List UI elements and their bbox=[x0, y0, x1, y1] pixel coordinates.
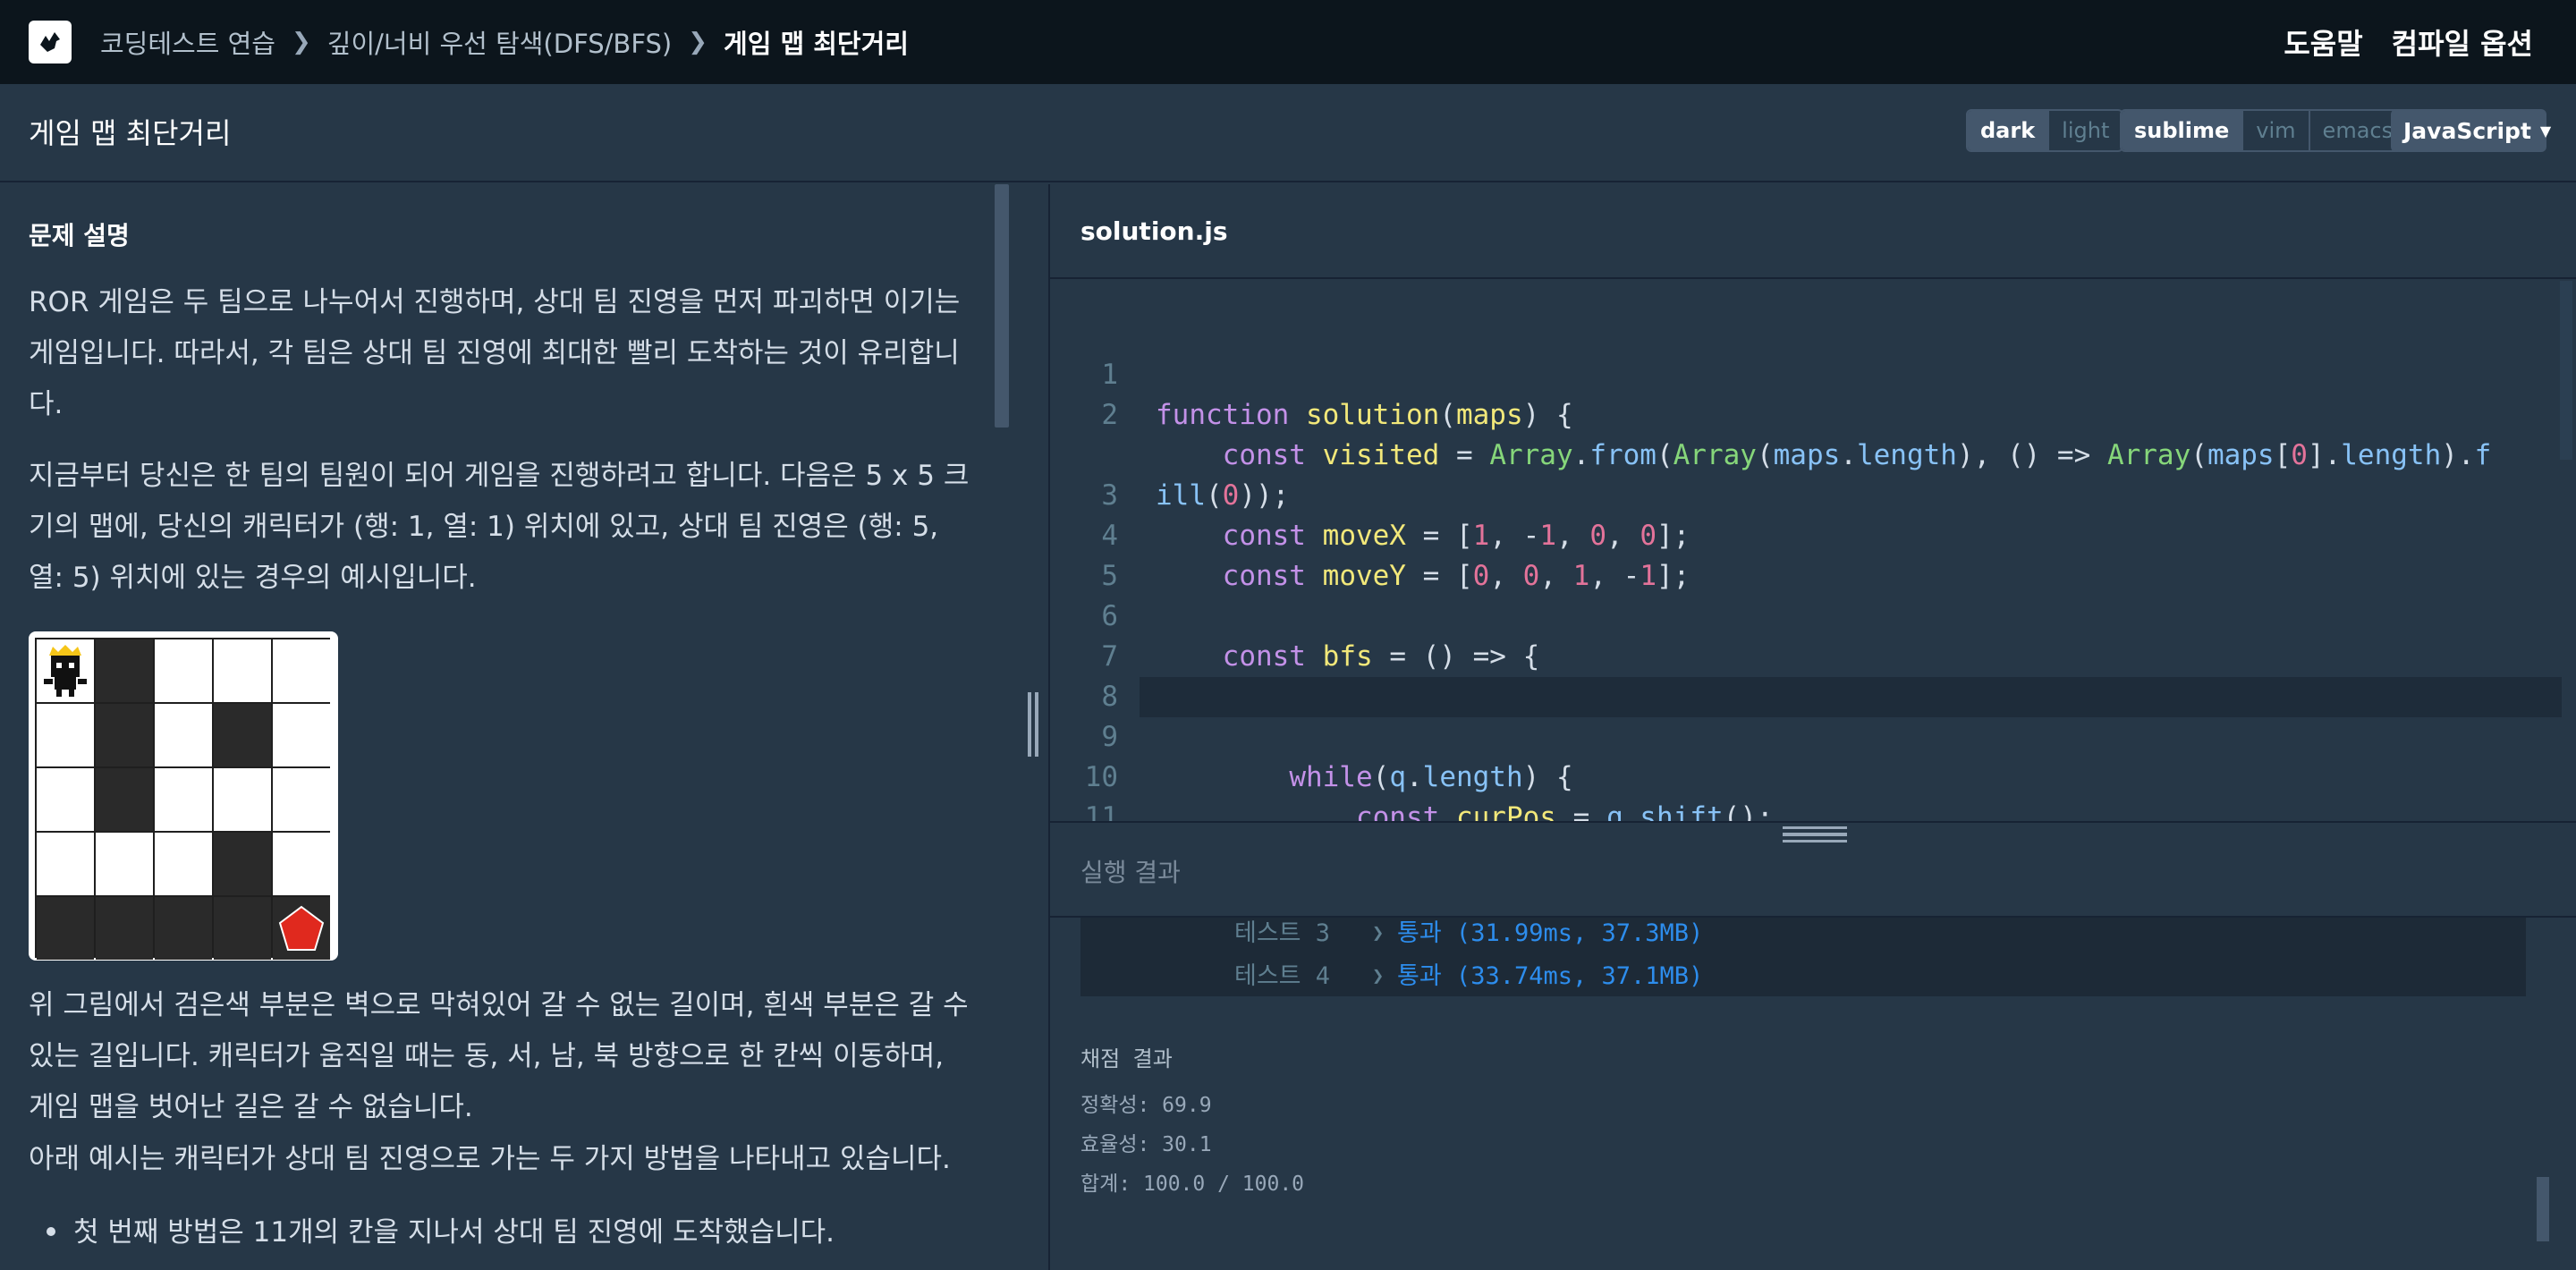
breadcrumb-current: 게임 맵 최단거리 bbox=[724, 29, 909, 59]
problem-paragraph-1: ROR 게임은 두 팀으로 나누어서 진행하며, 상대 팀 진영을 먼저 파괴하… bbox=[29, 286, 961, 420]
problem-scrollbar[interactable] bbox=[995, 184, 1009, 428]
list-item: 첫 번째 방법은 11개의 칸을 지나서 상대 팀 진영에 도착했습니다. bbox=[47, 1209, 835, 1249]
problem-section-title: 문제 설명 bbox=[29, 221, 130, 250]
code-editor[interactable]: 1 function solution(maps) { 2 const visi… bbox=[1050, 281, 2576, 821]
code-line: 8 bbox=[1101, 681, 1118, 713]
language-select[interactable]: JavaScript ▼ bbox=[2391, 109, 2551, 152]
list-item: 테스트 3 ❯ 통과 (31.99ms, 37.3MB) bbox=[1080, 914, 2526, 953]
problem-paragraph-3: 위 그림에서 검은색 부분은 벽으로 막혀있어 갈 수 없는 길이며, 흰색 부… bbox=[29, 989, 969, 1123]
breadcrumb-dfs-bfs[interactable]: 깊이/너비 우선 탐색(DFS/BFS) bbox=[327, 23, 672, 61]
character-icon bbox=[37, 639, 94, 702]
code-line: 1 function solution(maps) { bbox=[1101, 359, 1573, 431]
keymap-toggle: sublime vim emacs bbox=[2120, 109, 2408, 152]
result-scrollbar[interactable] bbox=[2537, 1177, 2549, 1241]
help-link[interactable]: 도움말 bbox=[2284, 21, 2362, 63]
code-line: 2 const visited = Array.from(Array(maps.… bbox=[1101, 399, 2492, 471]
compile-options-link[interactable]: 컴파일 옵션 bbox=[2392, 21, 2533, 63]
programmers-logo-icon[interactable] bbox=[29, 21, 72, 64]
chevron-right-icon: ❯ bbox=[1372, 965, 1385, 987]
top-navigation: 코딩테스트 연습 ❯ 깊이/너비 우선 탐색(DFS/BFS) ❯ 게임 맵 최… bbox=[0, 0, 2576, 84]
theme-toggle: dark light bbox=[1966, 109, 2124, 152]
resize-handle-vertical[interactable] bbox=[1025, 692, 1041, 757]
keymap-vim-button[interactable]: vim bbox=[2241, 111, 2308, 150]
page-title: 게임 맵 최단거리 bbox=[29, 116, 232, 150]
code-line: 12 const curY = curPos[1]; bbox=[1050, 798, 2562, 821]
code-line: 3 const moveX = [1, -1, 0, 0]; bbox=[1101, 479, 1690, 552]
editor-scrollbar[interactable] bbox=[2560, 281, 2572, 460]
code-line: 11 const curX = curPos[0]; bbox=[1084, 801, 1118, 821]
score-title: 채점 결과 bbox=[1080, 1046, 1173, 1071]
keymap-sublime-button[interactable]: sublime bbox=[2122, 111, 2242, 150]
chevron-right-icon: ❯ bbox=[1372, 922, 1385, 944]
result-title: 실행 결과 bbox=[1080, 858, 1181, 887]
breadcrumb: 코딩테스트 연습 ❯ 깊이/너비 우선 탐색(DFS/BFS) ❯ 게임 맵 최… bbox=[100, 0, 909, 84]
code-line: 4 const moveY = [0, 0, 1, -1]; bbox=[1101, 520, 1690, 592]
problem-paragraph-2: 지금부터 당신은 한 팀의 팀원이 되어 게임을 진행하려고 합니다. 다음은 … bbox=[29, 460, 970, 594]
test-results-list: 테스트 3 ❯ 통과 (31.99ms, 37.3MB) 테스트 4 ❯ 통과 … bbox=[1080, 918, 2526, 996]
score-total: 합계: 100.0 / 100.0 bbox=[1080, 1173, 1305, 1196]
chevron-right-icon: ❯ bbox=[291, 29, 311, 55]
problem-paragraph-4: 아래 예시는 캐릭터가 상대 팀 진영으로 가는 두 가지 방법을 나타내고 있… bbox=[29, 1143, 951, 1175]
result-panel: 테스트 3 ❯ 통과 (31.99ms, 37.3MB) 테스트 4 ❯ 통과 … bbox=[1050, 918, 2576, 1270]
chevron-right-icon: ❯ bbox=[688, 29, 708, 55]
goal-pentagon-icon bbox=[273, 897, 330, 960]
editor-header: solution.js bbox=[1050, 184, 2576, 279]
score-accuracy: 정확성: 69.9 bbox=[1080, 1094, 1212, 1117]
file-name: solution.js bbox=[1080, 216, 1228, 246]
resize-handle-horizontal[interactable] bbox=[1783, 826, 1847, 842]
problem-panel: 문제 설명 ROR 게임은 두 팀으로 나누어서 진행하며, 상대 팀 진영을 … bbox=[0, 184, 1029, 1270]
title-bar: 게임 맵 최단거리 dark light sublime vim emacs J… bbox=[0, 84, 2576, 182]
code-line: ill(0)); bbox=[1156, 479, 1290, 512]
score-efficiency: 효율성: 30.1 bbox=[1080, 1133, 1212, 1156]
code-line: 6 const bfs = () => { bbox=[1101, 600, 1540, 673]
theme-light-button[interactable]: light bbox=[2047, 111, 2122, 150]
code-line: 10 const curPos = q.shift(); bbox=[1084, 761, 1774, 821]
game-map-image bbox=[29, 631, 338, 961]
theme-dark-button[interactable]: dark bbox=[1968, 111, 2048, 150]
list-item: 테스트 4 ❯ 통과 (33.74ms, 37.1MB) bbox=[1080, 957, 2526, 996]
code-line: 5 bbox=[1101, 560, 1118, 592]
code-line-active: 9 while(q.length) { bbox=[1101, 677, 2562, 793]
breadcrumb-coding-test[interactable]: 코딩테스트 연습 bbox=[100, 23, 275, 61]
caret-down-icon: ▼ bbox=[2539, 122, 2552, 140]
code-line: 7 const q = [[0, 0]]; bbox=[1101, 640, 1606, 713]
language-label: JavaScript bbox=[2403, 117, 2531, 144]
